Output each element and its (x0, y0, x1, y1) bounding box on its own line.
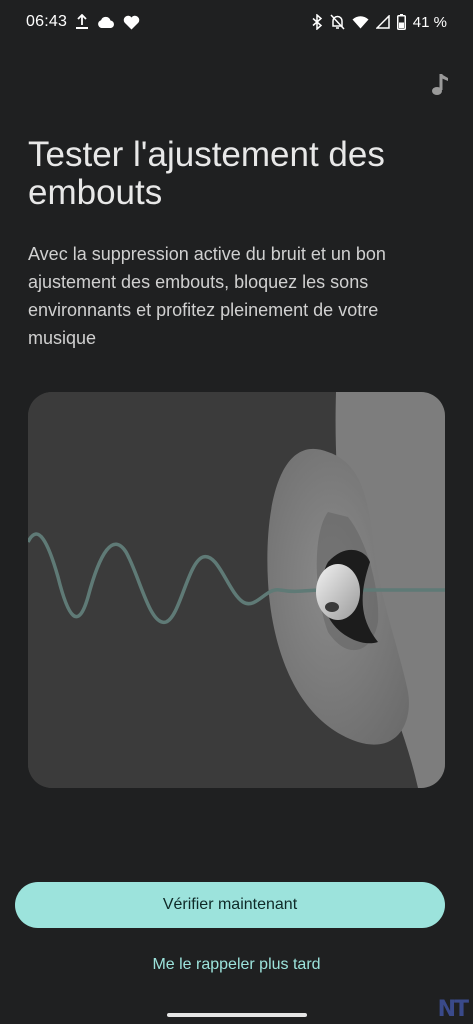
battery-percent: 41 % (412, 13, 447, 31)
music-note-icon[interactable] (429, 72, 451, 98)
verify-now-button[interactable]: Vérifier maintenant (15, 882, 445, 928)
cloud-icon (97, 16, 115, 29)
app-screen: 06:43 41 % Tester l'ajustement des embou… (0, 0, 473, 1024)
page-description: Avec la suppression active du bruit et u… (28, 244, 386, 348)
earbud-illustration-svg (28, 392, 445, 788)
status-time: 06:43 (26, 13, 68, 30)
status-left: 06:43 (26, 13, 140, 31)
status-bar: 06:43 41 % (0, 0, 473, 44)
heart-icon (123, 15, 140, 30)
upload-icon (75, 14, 89, 30)
watermark-logo: NT (437, 997, 469, 1022)
cellular-icon (375, 15, 390, 29)
notifications-off-icon (330, 14, 345, 30)
bluetooth-icon (312, 14, 323, 30)
battery-icon (396, 14, 406, 30)
remind-later-button[interactable]: Me le rappeler plus tard (0, 952, 473, 978)
status-right: 41 % (312, 14, 447, 31)
earbud-fit-illustration (28, 392, 445, 788)
page-title: Tester l'ajustement des embouts (28, 135, 385, 212)
wifi-icon (352, 15, 369, 29)
gesture-nav-handle[interactable] (166, 1013, 307, 1017)
